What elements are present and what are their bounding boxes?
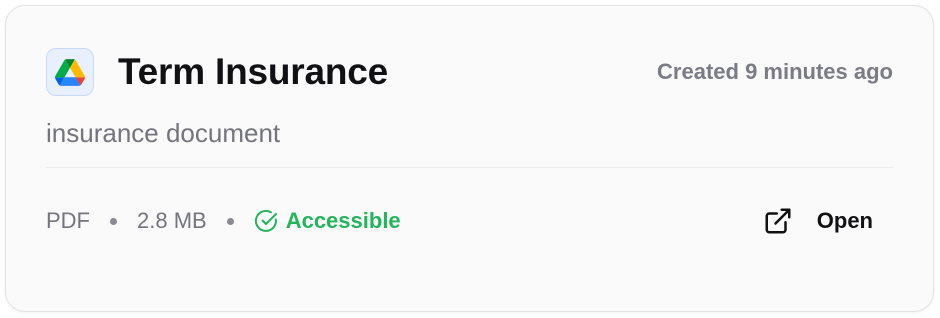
open-button[interactable]: Open [749, 200, 887, 242]
separator-dot [110, 217, 117, 225]
separator-dot [226, 217, 234, 225]
file-type: PDF [46, 208, 90, 233]
check-circle-icon [254, 209, 278, 233]
card-header: Term Insurance Created 9 minutes ago [46, 47, 893, 97]
google-drive-icon [46, 48, 94, 96]
status-label: Accessible [285, 208, 401, 233]
open-button-label: Open [816, 208, 873, 233]
document-card: Term Insurance Created 9 minutes ago ins… [5, 5, 934, 312]
document-title: Term Insurance [118, 51, 389, 92]
google-drive-logo [55, 58, 85, 86]
document-description: insurance document [46, 118, 281, 148]
created-timestamp: Created 9 minutes ago [657, 59, 893, 84]
divider [46, 167, 893, 168]
external-link-icon [763, 206, 793, 236]
card-footer: PDF 2.8 MB Accessible Open [46, 201, 893, 241]
file-meta: PDF 2.8 MB Accessible [46, 208, 749, 234]
status-badge: Accessible [254, 208, 401, 234]
file-size: 2.8 MB [137, 208, 207, 233]
